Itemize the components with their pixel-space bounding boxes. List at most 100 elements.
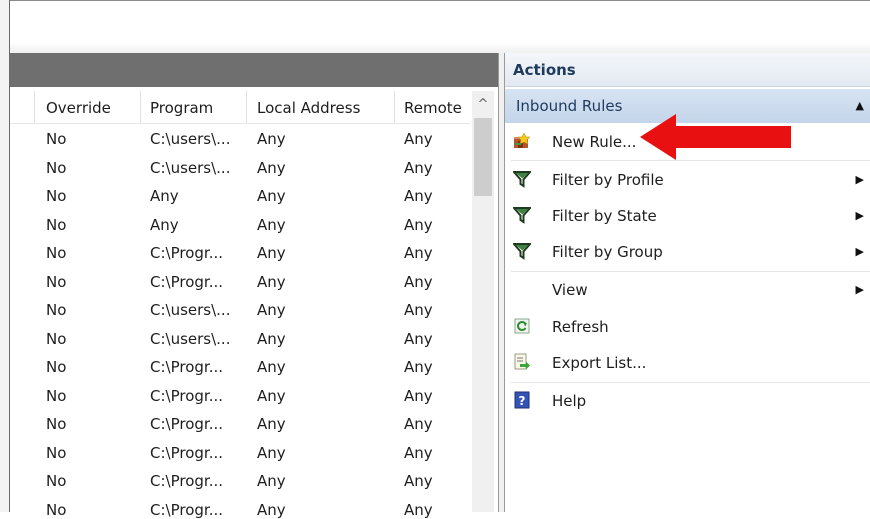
action-view[interactable]: View ▶ <box>505 272 870 308</box>
table-cell[interactable]: C:\Progr... <box>150 273 223 291</box>
column-separator[interactable] <box>140 91 141 123</box>
action-label: Filter by Profile <box>552 171 664 189</box>
table-cell[interactable]: C:\Progr... <box>150 358 223 376</box>
table-cell[interactable]: No <box>46 244 66 262</box>
table-cell[interactable]: C:\Progr... <box>150 244 223 262</box>
table-cell[interactable]: C:\Progr... <box>150 444 223 462</box>
table-cell[interactable]: Any <box>404 244 433 262</box>
action-label: Filter by Group <box>552 243 663 261</box>
filter-icon <box>511 206 533 224</box>
table-cell[interactable]: C:\users\... <box>150 130 230 148</box>
table-cell[interactable]: No <box>46 501 66 519</box>
header-underline <box>10 123 470 124</box>
action-label: Export List... <box>552 354 647 372</box>
table-cell[interactable]: Any <box>404 273 433 291</box>
table-cell[interactable]: No <box>46 330 66 348</box>
table-cell[interactable]: C:\Progr... <box>150 415 223 433</box>
table-cell[interactable]: C:\Progr... <box>150 387 223 405</box>
column-header-override[interactable]: Override <box>46 93 111 123</box>
column-header-remote[interactable]: Remote <box>404 93 462 123</box>
table-cell[interactable]: No <box>46 415 66 433</box>
table-cell[interactable]: C:\users\... <box>150 159 230 177</box>
action-label: New Rule... <box>552 133 637 151</box>
table-cell[interactable]: Any <box>257 330 286 348</box>
action-refresh[interactable]: Refresh <box>505 309 870 345</box>
column-separator[interactable] <box>394 91 395 123</box>
svg-text:?: ? <box>519 394 526 408</box>
table-cell[interactable]: C:\users\... <box>150 330 230 348</box>
table-cell[interactable]: Any <box>257 472 286 490</box>
table-cell[interactable]: Any <box>257 130 286 148</box>
action-help[interactable]: ? Help <box>505 383 870 419</box>
action-export-list[interactable]: Export List... <box>505 345 870 381</box>
table-cell[interactable]: Any <box>404 501 433 519</box>
action-filter-by-state[interactable]: Filter by State ▶ <box>505 198 870 234</box>
table-cell[interactable]: No <box>46 358 66 376</box>
new-rule-icon <box>513 132 531 150</box>
table-cell[interactable]: Any <box>257 301 286 319</box>
pane-title-bar <box>10 53 498 87</box>
table-cell[interactable]: Any <box>404 187 433 205</box>
submenu-arrow-icon: ▶ <box>855 245 864 258</box>
scroll-up-icon[interactable]: ^ <box>472 93 494 117</box>
action-label: Help <box>552 392 587 410</box>
table-cell[interactable]: No <box>46 273 66 291</box>
export-icon <box>513 353 531 371</box>
pane-splitter[interactable] <box>498 53 505 512</box>
column-separator[interactable] <box>34 91 35 123</box>
submenu-arrow-icon: ▶ <box>855 209 864 222</box>
table-cell[interactable]: Any <box>150 216 179 234</box>
table-cell[interactable]: Any <box>404 387 433 405</box>
submenu-arrow-icon: ▶ <box>855 283 864 296</box>
toolbar-shade <box>10 42 870 53</box>
table-cell[interactable]: C:\users\... <box>150 301 230 319</box>
table-cell[interactable]: Any <box>404 330 433 348</box>
table-cell[interactable]: Any <box>404 358 433 376</box>
section-header-label: Inbound Rules <box>516 97 623 115</box>
submenu-arrow-icon: ▶ <box>855 173 864 186</box>
table-cell[interactable]: Any <box>404 444 433 462</box>
table-cell[interactable]: Any <box>257 415 286 433</box>
window-left-border <box>0 0 10 512</box>
refresh-icon <box>513 317 531 335</box>
table-cell[interactable]: C:\Progr... <box>150 501 223 519</box>
table-cell[interactable]: Any <box>257 187 286 205</box>
table-cell[interactable]: Any <box>257 244 286 262</box>
table-cell[interactable]: Any <box>257 358 286 376</box>
column-header-program[interactable]: Program <box>150 93 213 123</box>
table-cell[interactable]: Any <box>404 159 433 177</box>
table-cell[interactable]: Any <box>257 216 286 234</box>
table-cell[interactable]: Any <box>257 444 286 462</box>
table-cell[interactable]: C:\Progr... <box>150 472 223 490</box>
action-filter-by-profile[interactable]: Filter by Profile ▶ <box>505 162 870 198</box>
help-icon: ? <box>513 391 531 409</box>
table-cell[interactable]: Any <box>257 387 286 405</box>
table-cell[interactable]: Any <box>404 130 433 148</box>
table-cell[interactable]: No <box>46 444 66 462</box>
column-separator[interactable] <box>246 91 247 123</box>
action-label: Refresh <box>552 318 609 336</box>
filter-icon <box>511 242 533 260</box>
collapse-arrow-icon[interactable]: ▲ <box>856 89 864 123</box>
action-label: Filter by State <box>552 207 657 225</box>
table-cell[interactable]: Any <box>257 501 286 519</box>
table-cell[interactable]: No <box>46 130 66 148</box>
table-cell[interactable]: No <box>46 216 66 234</box>
table-cell[interactable]: Any <box>404 301 433 319</box>
table-cell[interactable]: Any <box>404 415 433 433</box>
column-header-local-address[interactable]: Local Address <box>257 93 360 123</box>
table-cell[interactable]: Any <box>257 273 286 291</box>
table-cell[interactable]: No <box>46 159 66 177</box>
table-cell[interactable]: Any <box>150 187 179 205</box>
table-cell[interactable]: No <box>46 187 66 205</box>
scrollbar-thumb[interactable] <box>474 118 492 196</box>
action-label: View <box>552 281 588 299</box>
table-cell[interactable]: Any <box>257 159 286 177</box>
red-arrow-icon <box>640 114 791 160</box>
table-cell[interactable]: No <box>46 301 66 319</box>
table-cell[interactable]: Any <box>404 216 433 234</box>
action-filter-by-group[interactable]: Filter by Group ▶ <box>505 234 870 270</box>
table-cell[interactable]: No <box>46 472 66 490</box>
table-cell[interactable]: No <box>46 387 66 405</box>
table-cell[interactable]: Any <box>404 472 433 490</box>
